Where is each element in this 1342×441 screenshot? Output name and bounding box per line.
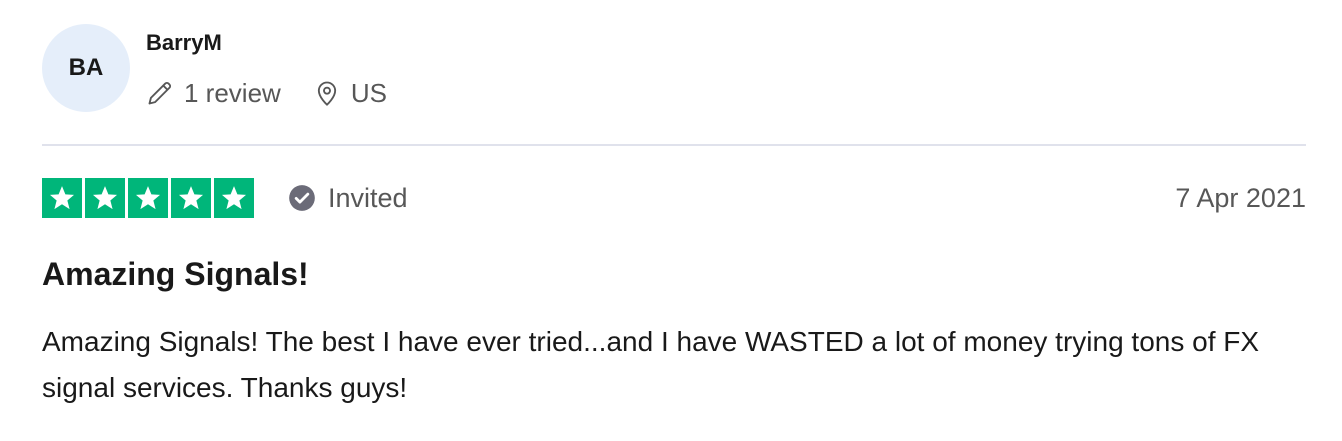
rating-row: Invited 7 Apr 2021 bbox=[42, 178, 1306, 218]
star-icon bbox=[128, 178, 168, 218]
invited-badge[interactable]: Invited bbox=[288, 183, 408, 214]
reviewer-info: BarryM 1 review US bbox=[146, 24, 387, 108]
reviewer-meta: 1 review US bbox=[146, 78, 387, 108]
reviewer-location: US bbox=[313, 78, 387, 108]
review-title[interactable]: Amazing Signals! bbox=[42, 254, 309, 294]
check-circle-icon bbox=[289, 185, 315, 211]
star-rating bbox=[42, 178, 254, 218]
avatar[interactable]: BA bbox=[42, 24, 130, 112]
divider bbox=[42, 144, 1306, 146]
location-pin-icon bbox=[317, 81, 336, 106]
pencil-icon bbox=[148, 81, 172, 105]
invited-label: Invited bbox=[328, 182, 408, 213]
review-count: 1 review bbox=[146, 78, 281, 108]
review-count-label: 1 review bbox=[184, 78, 281, 108]
review-body: Amazing Signals! The best I have ever tr… bbox=[42, 326, 1260, 403]
star-icon bbox=[85, 178, 125, 218]
star-icon bbox=[42, 178, 82, 218]
star-icon bbox=[171, 178, 211, 218]
location-label: US bbox=[350, 78, 387, 108]
reviewer-header: BA BarryM 1 review US bbox=[42, 24, 387, 112]
review-date: 7 Apr 2021 bbox=[1175, 182, 1306, 213]
reviewer-name[interactable]: BarryM bbox=[146, 28, 387, 60]
star-icon bbox=[214, 178, 254, 218]
